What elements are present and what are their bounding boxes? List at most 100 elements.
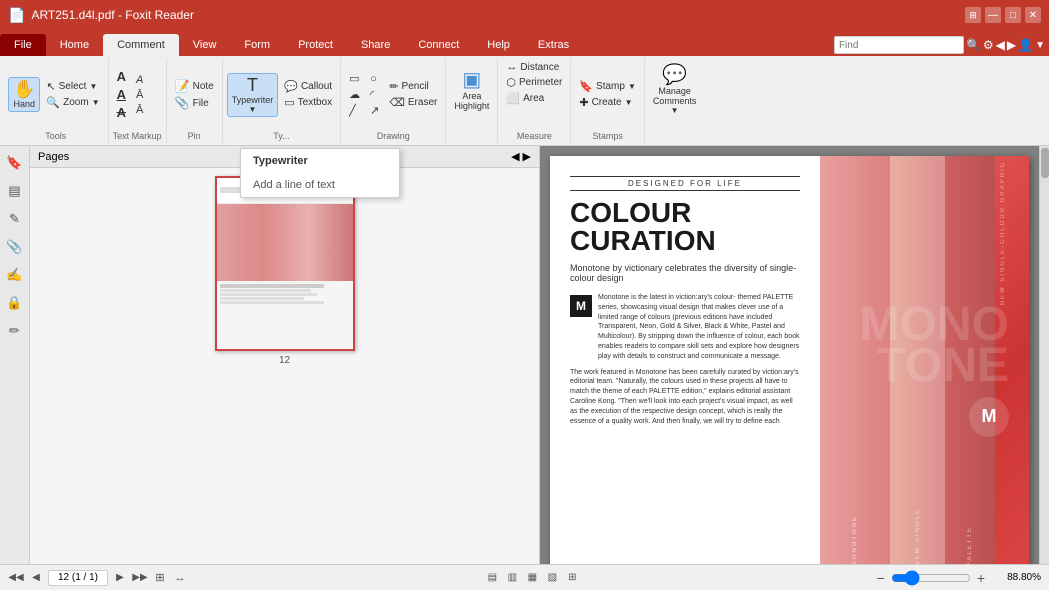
prev-page-button[interactable]: ◀◀	[8, 570, 24, 586]
note-button[interactable]: 📝 Note	[171, 78, 218, 94]
rect-draw-button[interactable]: ▭	[345, 71, 364, 86]
maximize-button[interactable]: □	[1005, 7, 1021, 23]
view-mode-icon-5[interactable]: ⊞	[564, 570, 580, 586]
text-a-icon: A	[117, 69, 126, 84]
view-mode-icon-3[interactable]: ▦	[524, 570, 540, 586]
perimeter-button[interactable]: ⬡ Perimeter	[502, 75, 566, 90]
typewriter-button[interactable]: T Typewriter ▼	[227, 73, 279, 117]
view-mode-icon-2[interactable]: ▥	[504, 570, 520, 586]
next-page-button[interactable]: ▶▶	[132, 570, 148, 586]
zoom-button[interactable]: 🔍 Zoom ▼	[42, 95, 103, 110]
tab-connect[interactable]: Connect	[404, 34, 473, 56]
typewriter-add-line-item[interactable]: Add a line of text	[241, 173, 399, 197]
typewriter-dropdown-header[interactable]: Typewriter	[241, 149, 399, 173]
tab-protect[interactable]: Protect	[284, 34, 347, 56]
view-mode-icon-4[interactable]: ▧	[544, 570, 560, 586]
pdf-content: DESIGNED FOR LIFE COLOUR CURATION Monoto…	[550, 156, 1029, 564]
stamp-dropdown-icon[interactable]: ▼	[628, 82, 636, 91]
sidebar-next-icon[interactable]: ▶	[523, 150, 531, 163]
create-icon: ✚	[579, 96, 588, 109]
nav-back-icon[interactable]: ◀	[996, 38, 1005, 52]
window-controls: ⊞ — □ ✕	[965, 7, 1041, 23]
app-icon: 📄	[8, 7, 25, 24]
tab-help[interactable]: Help	[473, 34, 524, 56]
annotation-icon[interactable]: ✎	[4, 208, 26, 230]
area-button[interactable]: ⬜ Area	[502, 91, 566, 106]
pdf-body2: The work featured in Monotone has been c…	[570, 368, 800, 427]
search-input[interactable]	[834, 36, 964, 54]
text-markup-btn-3[interactable]: A	[113, 104, 130, 121]
minimize-button[interactable]: —	[985, 7, 1001, 23]
fit-width-icon[interactable]: ↔	[172, 570, 188, 586]
pen-icon[interactable]: ✏	[4, 320, 26, 342]
grid-icon[interactable]: ⊞	[965, 7, 981, 23]
zoom-dropdown-icon[interactable]: ▼	[92, 98, 100, 107]
text-markup-btn-1[interactable]: A	[113, 68, 130, 85]
text-markup-btn-6[interactable]: Ā	[132, 103, 147, 117]
typewriter-dropdown-arrow[interactable]: ▼	[249, 105, 257, 114]
pdf-subtitle: Monotone by victionary celebrates the di…	[570, 263, 800, 283]
tab-view[interactable]: View	[179, 34, 231, 56]
text-markup-btn-5[interactable]: Ā	[132, 88, 147, 102]
tab-share[interactable]: Share	[347, 34, 404, 56]
page-input[interactable]	[48, 570, 108, 586]
strikethrough-a-icon: A	[117, 105, 126, 120]
tab-extras[interactable]: Extras	[524, 34, 583, 56]
scrollbar-thumb[interactable]	[1041, 148, 1049, 178]
hand-button[interactable]: ✋ Hand	[8, 77, 40, 112]
settings-icon[interactable]: ⚙	[983, 38, 994, 52]
eraser-button[interactable]: ⌫ Eraser	[385, 95, 441, 110]
arrow-draw-button[interactable]: ↗	[366, 103, 383, 118]
select-button[interactable]: ↖ Select ▼	[42, 79, 103, 94]
create-button[interactable]: ✚ Create ▼	[575, 95, 640, 110]
zoom-in-button[interactable]: +	[977, 570, 985, 586]
layers-icon[interactable]: ▤	[4, 180, 26, 202]
text-icon-4: Ā	[136, 104, 143, 116]
line-icon: ╱	[349, 104, 356, 117]
statusbar-left: ◀◀ ◀ ▶ ▶▶ ⊞ ↔	[8, 570, 188, 586]
select-dropdown-icon[interactable]: ▼	[89, 82, 97, 91]
lock-icon[interactable]: 🔒	[4, 292, 26, 314]
search-icon[interactable]: 🔍	[966, 38, 981, 52]
manage-comments-button[interactable]: 💬 Manage Comments ▼	[649, 60, 701, 120]
vertical-scrollbar[interactable]	[1039, 146, 1049, 564]
create-dropdown-icon[interactable]: ▼	[625, 98, 633, 107]
pencil-button[interactable]: ✏ Pencil	[385, 79, 441, 94]
tab-file[interactable]: File	[0, 34, 46, 56]
distance-button[interactable]: ↔ Distance	[502, 60, 566, 74]
oval-draw-button[interactable]: ○	[366, 72, 383, 86]
attachment-icon[interactable]: 📎	[4, 236, 26, 258]
tab-comment[interactable]: Comment	[103, 34, 179, 56]
pdf-title-line2: CURATION	[570, 227, 800, 255]
manage-dropdown-icon[interactable]: ▼	[671, 106, 679, 115]
callout-button[interactable]: 💬 Callout	[280, 79, 336, 94]
tab-form[interactable]: Form	[230, 34, 284, 56]
user-icon[interactable]: 👤	[1018, 38, 1033, 52]
line-draw-button[interactable]: ╱	[345, 103, 364, 118]
next-page-step-button[interactable]: ▶	[112, 570, 128, 586]
text-icon-3: Ā	[136, 89, 143, 101]
textbox-icon: ▭	[284, 96, 294, 109]
cloud-draw-button[interactable]: ☁	[345, 87, 364, 102]
signature-icon[interactable]: ✍	[4, 264, 26, 286]
pages-panel: Pages ◀ ▶	[30, 146, 540, 564]
area-highlight-button[interactable]: ▣ Area Highlight	[450, 60, 493, 120]
fit-page-icon[interactable]: ⊞	[152, 570, 168, 586]
sidebar-prev-icon[interactable]: ◀	[511, 150, 519, 163]
bookmark-icon[interactable]: 🔖	[4, 152, 26, 174]
dropdown-arrow-icon[interactable]: ▼	[1035, 40, 1045, 51]
prev-page-step-button[interactable]: ◀	[28, 570, 44, 586]
stamp-button[interactable]: 🔖 Stamp ▼	[575, 79, 640, 94]
view-mode-icon-1[interactable]: ▤	[484, 570, 500, 586]
arc-draw-button[interactable]: ◜	[366, 87, 383, 102]
zoom-slider[interactable]	[891, 572, 971, 584]
close-button[interactable]: ✕	[1025, 7, 1041, 23]
text-markup-btn-4[interactable]: A	[132, 73, 147, 87]
file-button[interactable]: 📎 File	[171, 95, 218, 111]
zoom-out-button[interactable]: −	[877, 570, 885, 586]
textbox-button[interactable]: ▭ Textbox	[280, 95, 336, 110]
text-markup-btn-2[interactable]: A	[113, 86, 130, 103]
tab-home[interactable]: Home	[46, 34, 103, 56]
nav-forward-icon[interactable]: ▶	[1007, 38, 1016, 52]
page-thumbnail[interactable]	[215, 176, 355, 351]
